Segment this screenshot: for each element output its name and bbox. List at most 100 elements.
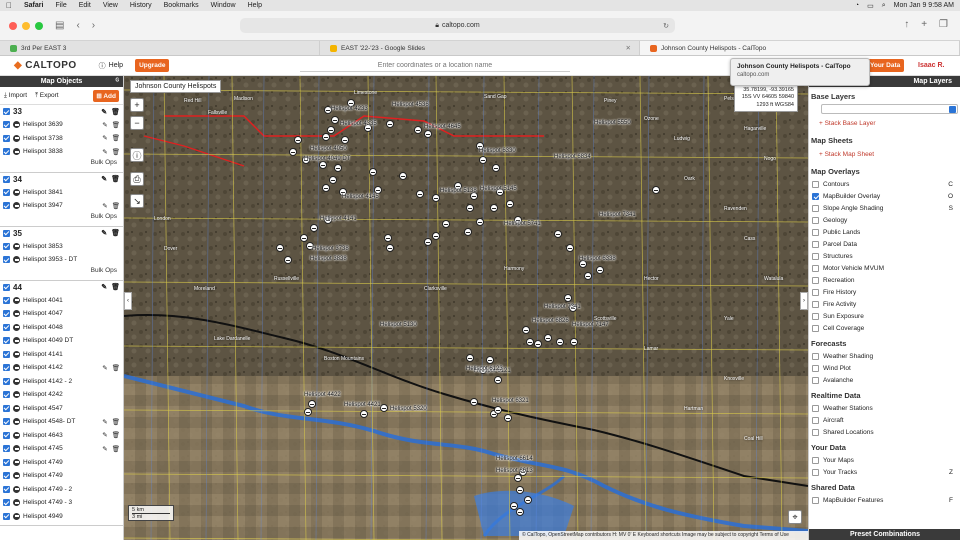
list-item[interactable]: Helispot 3838 ✎ 🗑︎ <box>0 145 123 159</box>
helispot-marker[interactable] <box>304 408 312 416</box>
map-imagery[interactable] <box>124 76 808 540</box>
zoom-window-button[interactable] <box>35 21 43 30</box>
helispot-label[interactable]: Helispot 4141 <box>320 216 357 222</box>
helispot-marker[interactable] <box>322 133 330 141</box>
layer-row[interactable]: Contours C <box>809 178 960 190</box>
layer-checkbox[interactable] <box>812 180 819 188</box>
helispot-label[interactable]: Helispot 6321 <box>492 398 529 404</box>
list-item[interactable]: Helispot 4949 <box>0 510 123 524</box>
layer-row[interactable]: MapBuilder Features F <box>809 494 960 506</box>
add-button[interactable]: ⊞ Add <box>93 89 119 102</box>
menubar-clock[interactable]: Mon Jan 9 9:58 AM <box>894 2 954 9</box>
item-checkbox[interactable] <box>3 134 10 142</box>
helispot-marker[interactable] <box>526 338 534 346</box>
layer-row[interactable]: Sun Exposure <box>809 310 960 322</box>
helispot-marker[interactable] <box>476 218 484 226</box>
minimize-window-button[interactable] <box>22 21 30 30</box>
helispot-marker[interactable] <box>319 161 327 169</box>
helispot-label[interactable]: Helispot 7341 <box>544 304 581 310</box>
layer-row[interactable]: Structures <box>809 250 960 262</box>
bulk-ops-link[interactable]: Bulk Ops <box>0 159 123 170</box>
list-item[interactable]: Helispot 4141 <box>0 348 123 362</box>
export-button[interactable]: ⤒ Export <box>35 92 58 100</box>
helispot-marker[interactable] <box>308 400 316 408</box>
layer-checkbox[interactable] <box>812 404 819 412</box>
helispot-label[interactable]: Helispot 5320 <box>390 406 427 412</box>
helispot-marker[interactable] <box>652 186 660 194</box>
layer-row[interactable]: Geology <box>809 214 960 226</box>
info-icon[interactable]: ⓘ <box>130 148 144 162</box>
helispot-marker[interactable] <box>494 376 502 384</box>
helispot-label[interactable]: Helispot 6826 <box>532 318 569 324</box>
list-item[interactable]: Helispot 4048 <box>0 321 123 335</box>
base-layer-select[interactable] <box>821 104 958 114</box>
item-checkbox[interactable] <box>3 512 10 520</box>
layer-checkbox[interactable] <box>812 428 819 436</box>
helispot-marker[interactable] <box>492 164 500 172</box>
layer-checkbox[interactable] <box>812 192 819 200</box>
apple-icon[interactable]:  <box>6 1 12 10</box>
helispot-marker[interactable] <box>566 244 574 252</box>
layer-row[interactable]: Your Tracks Z <box>809 466 960 478</box>
helispot-label[interactable]: Helispot 4050 <box>310 146 347 152</box>
trash-icon[interactable]: 🗑︎ <box>111 108 120 116</box>
layer-row[interactable]: Wind Plot <box>809 362 960 374</box>
edit-icon[interactable]: ✎ <box>102 431 107 439</box>
list-item[interactable]: Helispot 3639 ✎ 🗑︎ <box>0 118 123 132</box>
trash-icon[interactable]: 🗑︎ <box>111 229 120 237</box>
layer-row[interactable]: Shared Locations <box>809 426 960 438</box>
layer-checkbox[interactable] <box>812 312 819 320</box>
item-checkbox[interactable] <box>3 350 10 358</box>
helispot-marker[interactable] <box>544 334 552 342</box>
helispot-marker[interactable] <box>522 326 530 334</box>
your-data-button[interactable]: Your Data <box>866 59 905 72</box>
help-button[interactable]: ⓘ Help <box>99 61 123 71</box>
helispot-label[interactable]: Helispot 4422 <box>304 392 341 398</box>
helispot-label[interactable]: Helispot 4335 <box>340 121 377 127</box>
helispot-marker[interactable] <box>374 186 382 194</box>
helispot-marker[interactable] <box>284 256 292 264</box>
list-item[interactable]: Helispot 3953 - DT <box>0 253 123 267</box>
helispot-marker[interactable] <box>554 230 562 238</box>
item-checkbox[interactable] <box>3 121 10 129</box>
list-item[interactable]: Helispot 4041 <box>0 294 123 308</box>
item-checkbox[interactable] <box>3 188 10 196</box>
helispot-marker[interactable] <box>432 232 440 240</box>
helispot-label[interactable]: Helispot 3738 <box>312 246 349 252</box>
layer-checkbox[interactable] <box>812 216 819 224</box>
list-item[interactable]: Helispot 4547 <box>0 402 123 416</box>
edit-icon[interactable]: ✎ <box>102 445 107 453</box>
layer-checkbox[interactable] <box>812 252 819 260</box>
helispot-label[interactable]: Helispot 4145 <box>342 194 379 200</box>
list-item[interactable]: Helispot 4548- DT ✎ 🗑︎ <box>0 415 123 429</box>
item-checkbox[interactable] <box>3 377 10 385</box>
edit-icon[interactable]: ✎ <box>102 148 107 156</box>
layer-checkbox[interactable] <box>812 376 819 384</box>
stack-map-sheet-link[interactable]: + Stack Map Sheet <box>809 147 960 162</box>
helispot-marker[interactable] <box>556 338 564 346</box>
menu-help[interactable]: Help <box>248 2 262 9</box>
tab-overview-icon[interactable]: ❐ <box>939 19 948 30</box>
helispot-marker[interactable] <box>329 176 337 184</box>
list-item[interactable]: Helispot 3947 ✎ 🗑︎ <box>0 199 123 213</box>
layer-row[interactable]: Aircraft <box>809 414 960 426</box>
folder-checkbox[interactable] <box>3 283 10 291</box>
helispot-marker[interactable] <box>466 204 474 212</box>
list-item[interactable]: Helispot 4142 ✎ 🗑︎ <box>0 361 123 375</box>
layer-row[interactable]: Weather Shading <box>809 350 960 362</box>
list-item[interactable]: Helispot 4049 DT <box>0 334 123 348</box>
helispot-marker[interactable] <box>442 220 450 228</box>
zoom-in-button[interactable]: + <box>130 98 144 112</box>
item-checkbox[interactable] <box>3 242 10 250</box>
layer-checkbox[interactable] <box>812 264 819 272</box>
helispot-marker[interactable] <box>494 406 502 414</box>
menu-edit[interactable]: Edit <box>79 2 91 9</box>
item-checkbox[interactable] <box>3 458 10 466</box>
layer-row[interactable]: Public Lands <box>809 226 960 238</box>
layer-checkbox[interactable] <box>812 228 819 236</box>
helispot-marker[interactable] <box>414 126 422 134</box>
layer-checkbox[interactable] <box>812 204 819 212</box>
helispot-marker[interactable] <box>424 130 432 138</box>
battery-icon[interactable]: ▭ <box>867 2 874 10</box>
list-item[interactable]: Helispot 4749 <box>0 456 123 470</box>
